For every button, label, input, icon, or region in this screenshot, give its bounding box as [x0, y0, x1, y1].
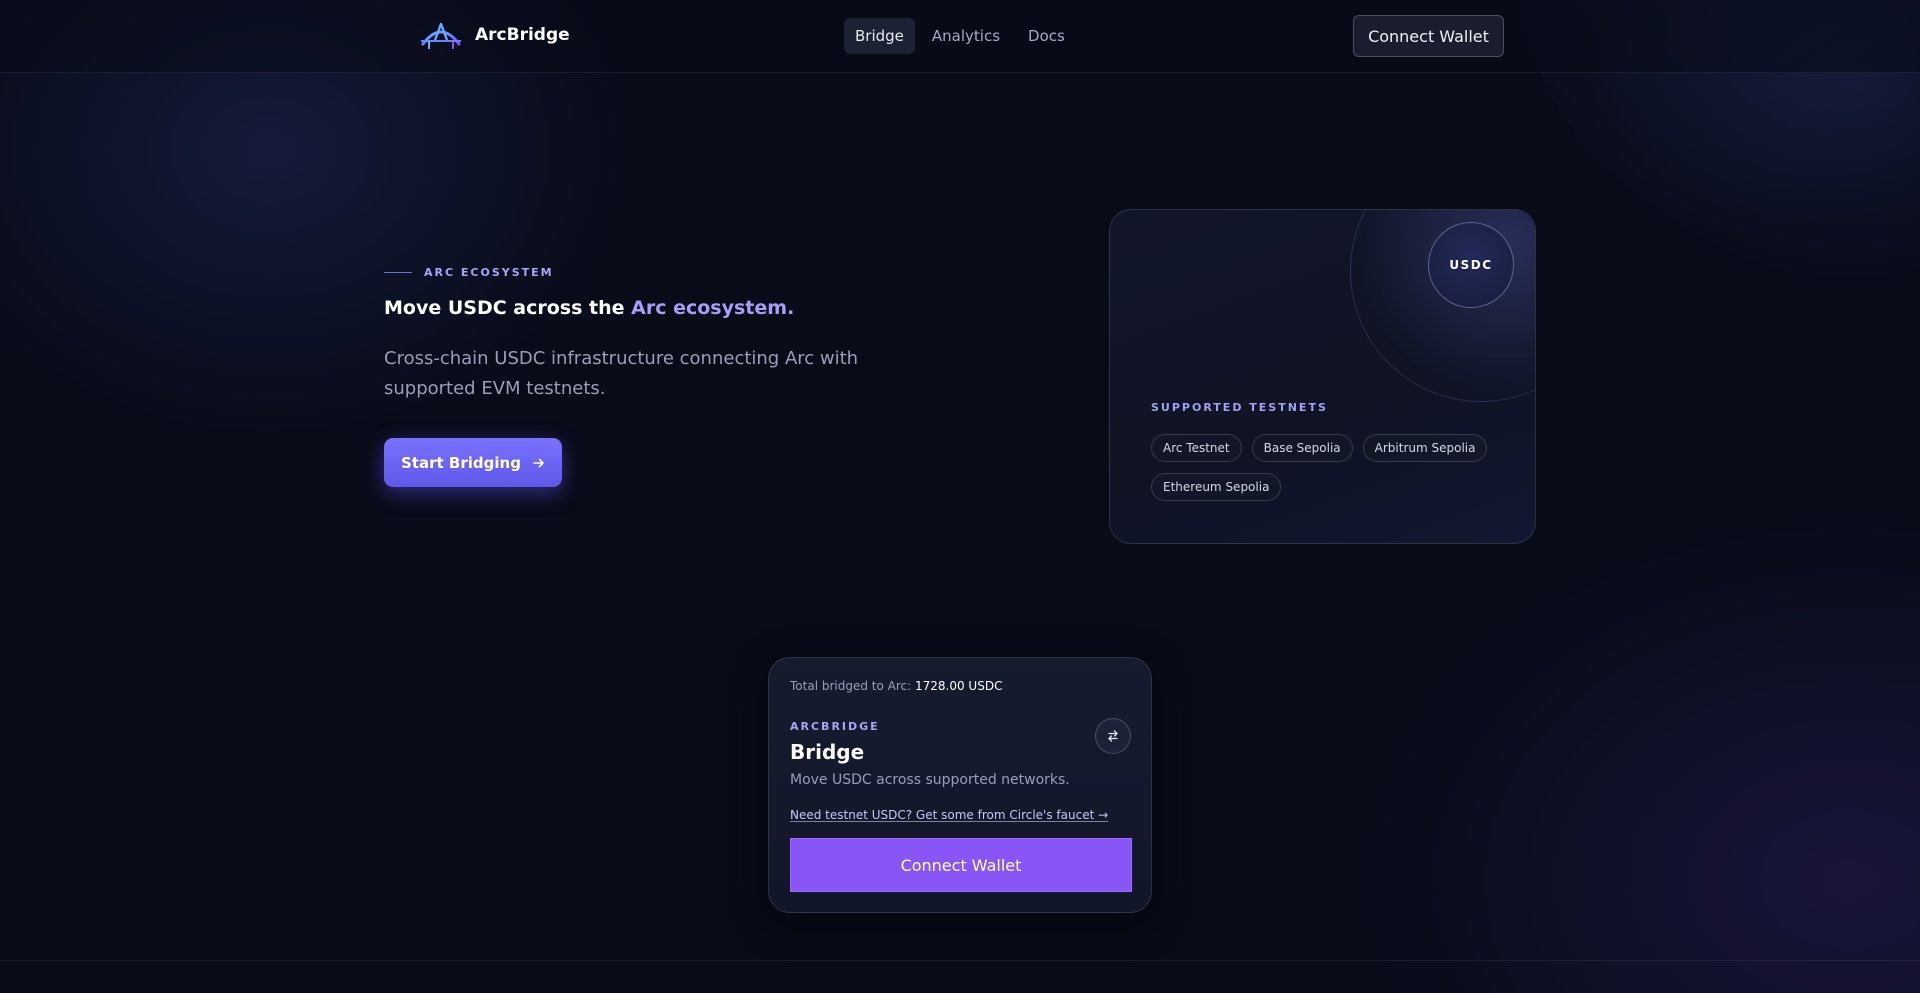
- chip-arbitrum-sepolia: Arbitrum Sepolia: [1362, 434, 1488, 462]
- supported-testnets-label: SUPPORTED TESTNETS: [1151, 401, 1328, 414]
- total-bridged: Total bridged to Arc: 1728.00 USDC: [790, 679, 1002, 693]
- footer-divider: [0, 960, 1920, 961]
- eyebrow-divider: [384, 272, 412, 273]
- usdc-token-badge: USDC: [1428, 222, 1514, 308]
- bridge-card: Total bridged to Arc: 1728.00 USDC ARCBR…: [768, 657, 1152, 913]
- swap-arrows-icon: [1108, 730, 1118, 742]
- swap-direction-button[interactable]: [1095, 718, 1131, 754]
- chip-ethereum-sepolia: Ethereum Sepolia: [1151, 473, 1282, 501]
- header-connect-wallet-button[interactable]: Connect Wallet: [1353, 15, 1504, 57]
- total-bridged-value: 1728.00 USDC: [914, 679, 1003, 693]
- page: ArcBridge Bridge Analytics Docs Connect …: [0, 0, 1920, 993]
- nav-item-bridge[interactable]: Bridge: [844, 18, 915, 54]
- testnet-chips: Arc Testnet Base Sepolia Arbitrum Sepoli…: [1151, 434, 1491, 501]
- chip-arc-testnet: Arc Testnet: [1151, 434, 1242, 462]
- hero-subtitle: Cross-chain USDC infrastructure connecti…: [384, 348, 859, 399]
- main-nav: Bridge Analytics Docs: [844, 18, 1076, 54]
- hero-eyebrow: ARC ECOSYSTEM: [384, 266, 554, 279]
- hero-eyebrow-text: ARC ECOSYSTEM: [424, 266, 554, 279]
- chip-base-sepolia: Base Sepolia: [1251, 434, 1353, 462]
- arrow-right-icon: [533, 458, 544, 467]
- nav-item-docs[interactable]: Docs: [1017, 18, 1076, 54]
- hero-title-prefix: Move USDC across the: [384, 297, 632, 319]
- bridge-title: Bridge: [790, 740, 865, 764]
- bridge-description: Move USDC across supported networks.: [790, 772, 1070, 788]
- nav-item-analytics[interactable]: Analytics: [921, 18, 1011, 54]
- top-nav-bar: ArcBridge Bridge Analytics Docs Connect …: [0, 0, 1920, 73]
- bridge-eyebrow: ARCBRIDGE: [790, 720, 880, 733]
- brand-name: ArcBridge: [475, 25, 570, 45]
- start-bridging-button[interactable]: Start Bridging: [384, 438, 562, 487]
- arch-bridge-logo-icon: [421, 22, 461, 49]
- bridge-connect-wallet-button[interactable]: Connect Wallet: [790, 838, 1132, 892]
- total-bridged-label: Total bridged to Arc:: [790, 679, 912, 693]
- faucet-link[interactable]: Need testnet USDC? Get some from Circle'…: [790, 808, 1108, 822]
- hero-title: Move USDC across the Arc ecosystem.: [384, 297, 794, 319]
- start-bridging-label: Start Bridging: [401, 453, 521, 472]
- hero-title-accent: Arc ecosystem.: [631, 297, 795, 319]
- brand[interactable]: ArcBridge: [419, 18, 570, 52]
- supported-testnets-card: USDC SUPPORTED TESTNETS Arc Testnet Base…: [1109, 209, 1536, 544]
